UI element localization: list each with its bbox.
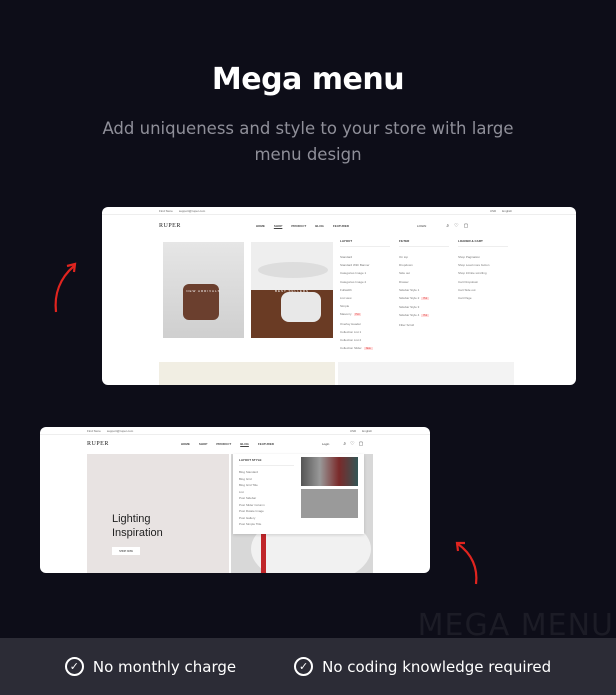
nav-blog[interactable]: BLOG <box>240 442 249 446</box>
menu-item[interactable]: Fullwidth <box>340 286 390 294</box>
menu-item[interactable]: Simple <box>340 302 390 310</box>
nav-home[interactable]: HOME <box>256 224 265 228</box>
email-link[interactable]: support@ruper.com <box>179 209 205 213</box>
hero-title-line2: Inspiration <box>112 527 163 539</box>
language-select[interactable]: English <box>362 429 372 433</box>
menu-item[interactable]: Shop Pagination <box>458 253 508 261</box>
banner-best-sellers[interactable]: BEST SELLERS <box>251 242 333 338</box>
search-icon[interactable]: ⌕ <box>446 223 449 229</box>
menu-column-title: LAYOUT <box>340 237 390 247</box>
nav-blog[interactable]: BLOG <box>315 224 324 228</box>
login-link[interactable]: Login <box>322 442 329 446</box>
menu-item[interactable]: Standard With Banner <box>340 261 390 269</box>
wishlist-icon[interactable]: ♡ <box>454 223 458 229</box>
menu-item[interactable]: Drawer <box>399 278 449 286</box>
logo: RUPER <box>87 441 109 447</box>
nav-shop[interactable]: SHOP <box>274 224 283 228</box>
menu-item[interactable]: Overlay Header <box>340 320 390 328</box>
nav-featured[interactable]: FEATURED <box>333 224 349 228</box>
menu-column-layout: LAYOUT Standard Standard With Banner Catego… <box>340 237 390 353</box>
find-store-link[interactable]: Find Store <box>159 209 173 213</box>
menu-column-title: FILTER <box>399 237 449 247</box>
menu-item[interactable]: Filter Scroll <box>399 321 449 329</box>
menu-item[interactable]: Collection List 2 <box>340 336 390 344</box>
red-arrow-icon <box>54 262 77 313</box>
blog-image-interior[interactable] <box>301 489 358 518</box>
menu-column-title: LOADER & CART <box>458 237 508 247</box>
menu-item[interactable]: Categories Image 2 <box>340 278 390 286</box>
red-arrow-icon <box>455 541 478 585</box>
currency-select[interactable]: USD <box>490 209 496 213</box>
nav-product[interactable]: PRODUCT <box>216 442 231 446</box>
wishlist-icon[interactable]: ♡ <box>350 441 354 447</box>
menu-item[interactable]: Shop Load more button <box>458 261 508 269</box>
menu-column-filter: FILTER On top Dropdown Side out Drawer Sideba… <box>399 237 449 329</box>
currency-select[interactable]: USD <box>350 429 356 433</box>
menu-item[interactable]: Post Simple Title <box>239 521 294 528</box>
menu-item[interactable]: Sidebar Style 2 Hot <box>399 294 449 303</box>
menu-badge: Hot <box>421 314 430 318</box>
page-subtitle: Add uniqueness and style to your store w… <box>102 119 514 164</box>
menu-badge: Hot <box>421 297 430 301</box>
feature-no-monthly-charge: ✓ No monthly charge <box>64 657 236 676</box>
menu-item[interactable]: List view <box>340 294 390 302</box>
menu-item[interactable]: Side out <box>399 269 449 277</box>
page-title: Mega menu <box>211 62 405 97</box>
mega-menu-screenshot-shop: Find Store support@ruper.com USD English… <box>102 207 576 385</box>
check-circle-icon: ✓ <box>64 657 84 676</box>
cart-icon[interactable]: ▢ <box>464 223 469 229</box>
nav-home[interactable]: HOME <box>181 442 190 446</box>
features-bar: ✓ No monthly charge ✓ No coding knowledg… <box>0 638 616 695</box>
search-icon[interactable]: ⌕ <box>343 441 346 447</box>
feature-no-coding: ✓ No coding knowledge required <box>294 657 551 676</box>
logo: RUPER <box>159 223 181 229</box>
menu-badge: New <box>363 347 373 351</box>
menu-item[interactable]: Collection Slider New <box>340 344 390 353</box>
hero-banner: Lighting Inspiration SHOP NOW <box>87 454 229 573</box>
menu-column-title: LAYOUT STYLE <box>239 456 294 466</box>
menu-item[interactable]: Collection List 1 <box>340 328 390 336</box>
email-link[interactable]: support@ruper.com <box>107 429 133 433</box>
menu-column-loader-cart: LOADER & CART Shop Pagination Shop Load mo… <box>458 237 508 302</box>
hero-title-line1: Lighting <box>112 513 151 525</box>
menu-item[interactable]: Shop Infinite scrolling <box>458 269 508 277</box>
nav-featured[interactable]: FEATURED <box>258 442 274 446</box>
menu-item[interactable]: Cart Dropdown <box>458 278 508 286</box>
find-store-link[interactable]: Find Store <box>87 429 101 433</box>
language-select[interactable]: English <box>502 209 512 213</box>
cart-icon[interactable]: ▢ <box>359 441 364 447</box>
blog-image-chairs[interactable] <box>301 457 358 486</box>
banner-new-arrivals[interactable]: NEW ARRIVALS <box>163 242 244 338</box>
menu-item[interactable]: Cart Page <box>458 294 508 302</box>
check-circle-icon: ✓ <box>294 657 314 676</box>
blog-mega-menu: LAYOUT STYLE Blog Standard Blog Grid Blog G… <box>233 454 364 534</box>
menu-item[interactable]: Sidebar Style 4 Hot <box>399 311 449 320</box>
menu-item[interactable]: Masonry Hot <box>340 310 390 319</box>
menu-item[interactable]: Dropdown <box>399 261 449 269</box>
menu-item[interactable]: Sidebar Style 1 <box>399 286 449 294</box>
menu-item[interactable]: On top <box>399 253 449 261</box>
menu-item[interactable]: Sidebar Style 3 <box>399 303 449 311</box>
nav-product[interactable]: PRODUCT <box>291 224 306 228</box>
login-link[interactable]: LOGIN <box>417 224 426 228</box>
menu-badge: Hot <box>353 313 362 317</box>
menu-item[interactable]: Standard <box>340 253 390 261</box>
menu-item[interactable]: Cart Side out <box>458 286 508 294</box>
mega-menu-screenshot-blog: Find Store support@ruper.com USD English… <box>40 427 430 573</box>
menu-item[interactable]: Categories Image 1 <box>340 269 390 277</box>
nav-shop[interactable]: SHOP <box>199 442 208 446</box>
shop-now-button[interactable]: SHOP NOW <box>112 547 140 555</box>
